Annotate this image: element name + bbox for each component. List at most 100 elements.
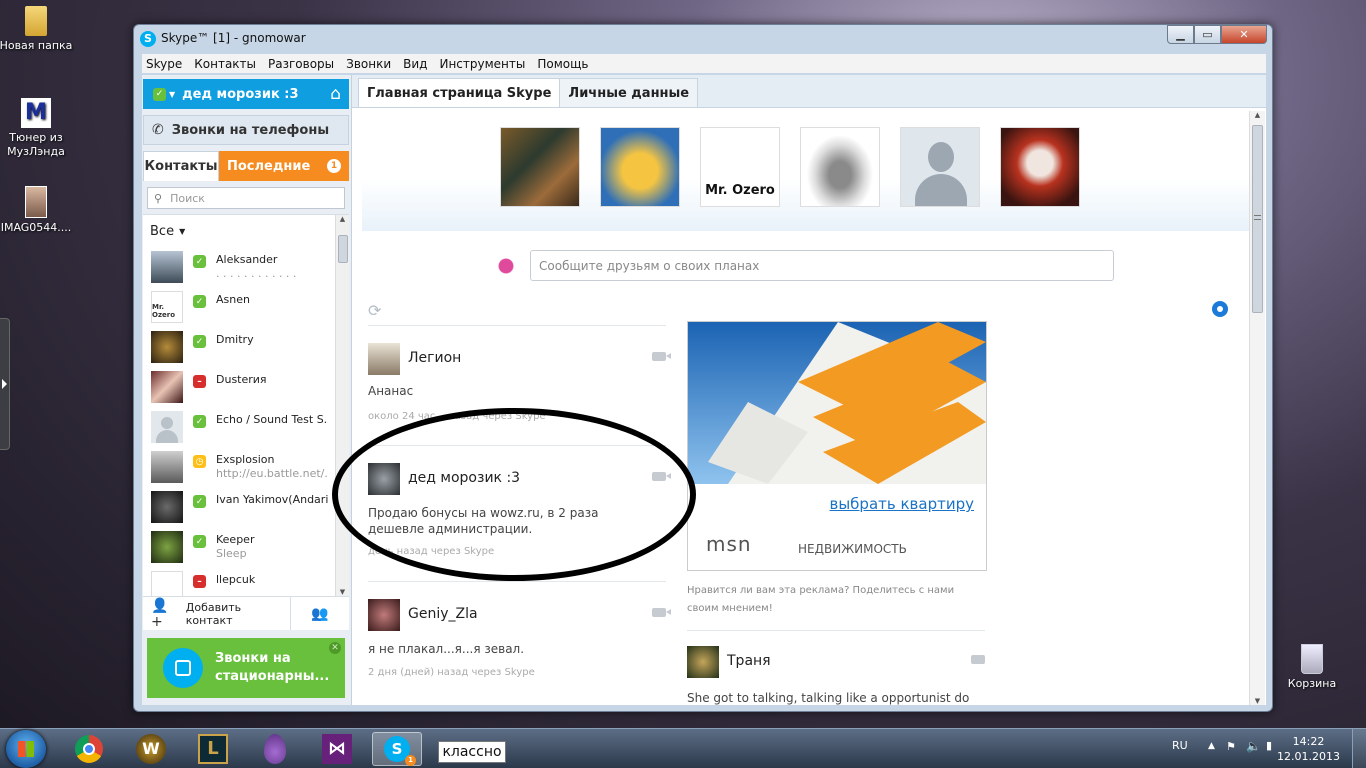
video-call-icon[interactable] xyxy=(652,352,671,361)
visual-studio-icon: ⋈ xyxy=(322,734,352,764)
menu-view[interactable]: Вид xyxy=(403,57,427,71)
menu-calls[interactable]: Звонки xyxy=(346,57,391,71)
taskbar-league-of-legends[interactable]: L xyxy=(188,732,238,766)
main-scrollbar[interactable]: ▲ ▼ xyxy=(1249,111,1265,705)
favorite-contact-avatar[interactable] xyxy=(900,127,980,207)
favorite-contact-avatar[interactable] xyxy=(1000,127,1080,207)
scrollbar-thumb[interactable] xyxy=(338,235,348,263)
desktop-icon-tuner[interactable]: M Тюнер из МузЛэнда xyxy=(0,98,78,159)
scroll-up-icon[interactable]: ▲ xyxy=(1250,111,1265,119)
avatar xyxy=(368,343,400,375)
feed-author[interactable]: Траня xyxy=(727,653,771,669)
online-status-icon: ✓ xyxy=(193,335,206,348)
close-button[interactable]: ✕ xyxy=(1221,25,1267,44)
settings-gear-icon[interactable] xyxy=(1212,301,1228,317)
client-area: ✓ ▼ дед морозик :3 ⌂ ✆ Звонки на телефон… xyxy=(142,75,1266,705)
recent-badge: 1 xyxy=(327,159,341,173)
scrollbar-grip xyxy=(1254,215,1261,220)
desktop-icon-label: Тюнер из МузЛэнда xyxy=(7,131,65,158)
mood-input[interactable]: Сообщите друзьям о своих планах xyxy=(530,250,1114,281)
taskbar-warcraft[interactable]: W xyxy=(126,732,176,766)
contact-row[interactable]: – llepcuk xyxy=(143,567,349,596)
tab-profile[interactable]: Личные данные xyxy=(559,78,699,107)
contact-row[interactable]: ◷ Exsplosion http://eu.battle.net/... xyxy=(143,447,349,487)
feed-text: She got to talking, talking like a oppor… xyxy=(687,691,970,705)
search-input[interactable]: ⚲ Поиск xyxy=(147,187,345,209)
taskbar-chrome[interactable] xyxy=(64,732,114,766)
folder-icon xyxy=(25,6,47,36)
desktop-icon-recycle-bin[interactable]: Корзина xyxy=(1270,644,1354,691)
contact-list-scrollbar[interactable]: ▲ ▼ xyxy=(335,215,349,596)
maximize-button[interactable]: ▭ xyxy=(1194,25,1221,44)
favorite-contact-avatar[interactable] xyxy=(600,127,680,207)
tab-recent[interactable]: Последние 1 xyxy=(219,151,349,181)
menu-conversations[interactable]: Разговоры xyxy=(268,57,334,71)
favorite-contact-avatar[interactable] xyxy=(500,127,580,207)
feed-author[interactable]: Легион xyxy=(408,350,461,366)
contact-row[interactable]: – Dusterия xyxy=(143,367,349,407)
call-phones-button[interactable]: ✆ Звонки на телефоны xyxy=(143,115,349,145)
scroll-down-icon[interactable]: ▼ xyxy=(336,588,349,596)
close-promo-icon[interactable]: ✕ xyxy=(329,642,341,654)
chevron-down-icon[interactable]: ▼ xyxy=(169,90,175,99)
mood-row: Сообщите друзьям о своих планах xyxy=(492,250,1114,281)
menu-skype[interactable]: Skype xyxy=(146,57,182,71)
show-desktop-button[interactable] xyxy=(1352,729,1366,768)
side-panel-handle[interactable] xyxy=(0,318,10,450)
ad-banner[interactable]: выбрать квартиру msn НЕДВИЖИМОСТЬ xyxy=(687,321,987,571)
refresh-icon[interactable]: ⟳ xyxy=(368,301,381,320)
favorites-banner: Mr. Ozero xyxy=(362,115,1250,231)
title-bar[interactable]: S Skype™ [1] - gnomowar ▁ ▭ ✕ xyxy=(134,25,1272,53)
action-center-icon[interactable]: ⚑ xyxy=(1226,740,1236,753)
feed-text: я не плакал...я...я зевал. xyxy=(368,642,525,656)
create-group-button[interactable]: 👥 xyxy=(291,597,349,630)
tab-contacts[interactable]: Контакты xyxy=(143,151,219,181)
language-indicator[interactable]: RU xyxy=(1172,739,1188,752)
menu-tools[interactable]: Инструменты xyxy=(439,57,525,71)
feed-author[interactable]: Geniy_Zla xyxy=(408,606,478,622)
contact-row[interactable]: ✓ Echo / Sound Test S... xyxy=(143,407,349,447)
tray-chevron-icon[interactable]: ▲ xyxy=(1208,741,1215,751)
menu-contacts[interactable]: Контакты xyxy=(194,57,256,71)
add-contact-button[interactable]: 👤+ Добавить контакт xyxy=(143,597,291,630)
desktop-icon-new-folder[interactable]: Новая папка xyxy=(0,6,78,53)
taskbar-tor[interactable] xyxy=(250,732,300,766)
contact-row[interactable]: ✓ Dmitry xyxy=(143,327,349,367)
desktop-icon-image[interactable]: IMAG0544.... xyxy=(0,186,78,235)
taskbar-skype[interactable]: S1 xyxy=(372,732,422,766)
home-icon[interactable]: ⌂ xyxy=(330,84,341,104)
contact-mood: Sleep xyxy=(216,547,247,560)
avatar xyxy=(368,463,400,495)
scroll-up-icon[interactable]: ▲ xyxy=(336,215,349,223)
contact-row[interactable]: ✓ Ivan Yakimov(Andari... xyxy=(143,487,349,527)
feed-author[interactable]: дед морозик :3 xyxy=(408,470,520,486)
contact-list: Все ▼ ✓ Aleksander . . . . . . . . . . .… xyxy=(143,214,349,596)
video-call-icon[interactable] xyxy=(971,655,985,664)
contacts-filter-dropdown[interactable]: Все ▼ xyxy=(143,215,349,247)
taskbar-visual-studio[interactable]: ⋈ xyxy=(312,732,362,766)
network-icon[interactable]: ▮ xyxy=(1266,739,1272,752)
video-call-icon[interactable] xyxy=(652,608,671,617)
video-call-icon[interactable] xyxy=(652,472,671,481)
volume-icon[interactable]: 🔈 xyxy=(1246,739,1261,753)
start-button[interactable] xyxy=(6,730,46,768)
landline-calls-promo[interactable]: Звонки на стационарны... ✕ xyxy=(147,638,345,698)
minimize-button[interactable]: ▁ xyxy=(1167,25,1194,44)
window-title: Skype™ [1] - gnomowar xyxy=(161,31,306,45)
search-placeholder: Поиск xyxy=(170,191,205,205)
contact-row[interactable]: ✓ Aleksander . . . . . . . . . . . . xyxy=(143,247,349,287)
tab-skype-home[interactable]: Главная страница Skype xyxy=(358,78,561,107)
desktop-icon-label: Корзина xyxy=(1287,677,1337,690)
contact-row[interactable]: Mr. Ozero ✓ Asnen xyxy=(143,287,349,327)
ad-feedback-note[interactable]: Нравится ли вам эта реклама? Поделитесь … xyxy=(687,582,987,618)
user-status-bar[interactable]: ✓ ▼ дед морозик :3 ⌂ xyxy=(143,79,349,109)
contact-row[interactable]: ✓ Keeper Sleep xyxy=(143,527,349,567)
online-status-icon[interactable]: ✓ xyxy=(153,87,166,101)
clock[interactable]: 14:22 12.01.2013 xyxy=(1277,735,1340,765)
scroll-down-icon[interactable]: ▼ xyxy=(1250,697,1265,705)
favorite-contact-avatar[interactable]: Mr. Ozero xyxy=(700,127,780,207)
contact-name: Exsplosion xyxy=(216,453,275,466)
ad-link[interactable]: выбрать квартиру xyxy=(830,495,975,513)
favorite-contact-avatar[interactable] xyxy=(800,127,880,207)
menu-help[interactable]: Помощь xyxy=(537,57,588,71)
